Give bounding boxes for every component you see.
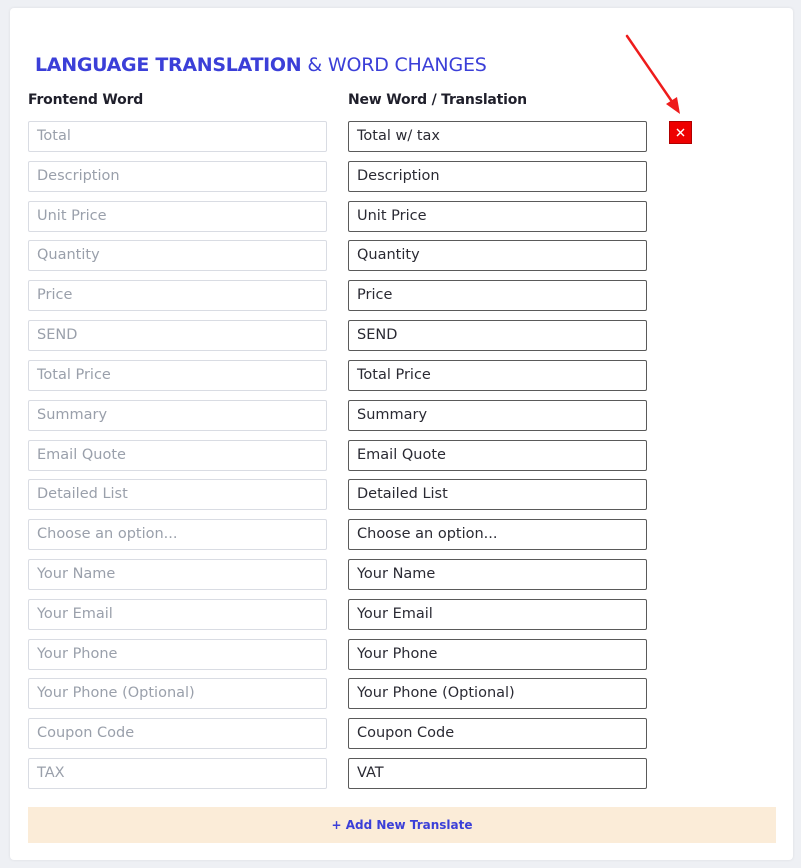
frontend-word-header: Frontend Word [28,92,144,108]
frontend-word-field[interactable]: Total Price [28,360,327,391]
frontend-word-field[interactable]: Coupon Code [28,718,327,749]
red-arrow-icon [625,34,680,114]
frontend-word-field[interactable]: Your Name [28,559,327,590]
translation-input[interactable]: Your Name [348,559,647,590]
translation-input[interactable]: Detailed List [348,479,647,510]
frontend-word-field[interactable]: Choose an option... [28,519,327,550]
frontend-word-field[interactable]: Your Email [28,599,327,630]
translation-input[interactable]: Your Phone [348,639,647,670]
frontend-word-field[interactable]: Unit Price [28,201,327,232]
translation-input[interactable]: Description [348,161,647,192]
translation-input[interactable]: Total Price [348,360,647,391]
add-new-translate-button[interactable]: + Add New Translate [28,807,776,843]
translation-input[interactable]: Quantity [348,240,647,271]
add-new-translate-label: + Add New Translate [331,818,473,832]
translation-input[interactable]: VAT [348,758,647,789]
frontend-word-field[interactable]: Your Phone [28,639,327,670]
translation-input[interactable]: Total w/ tax [348,121,647,152]
translation-input[interactable]: Unit Price [348,201,647,232]
translation-input[interactable]: SEND [348,320,647,351]
frontend-word-field[interactable]: SEND [28,320,327,351]
frontend-word-field[interactable]: Price [28,280,327,311]
title-strong: LANGUAGE TRANSLATION [35,54,302,76]
translation-input[interactable]: Choose an option... [348,519,647,550]
frontend-word-field[interactable]: Description [28,161,327,192]
frontend-word-field[interactable]: Email Quote [28,440,327,471]
delete-row-button[interactable] [669,121,692,144]
translation-input[interactable]: Coupon Code [348,718,647,749]
frontend-word-field[interactable]: TAX [28,758,327,789]
frontend-word-field[interactable]: Quantity [28,240,327,271]
frontend-word-field[interactable]: Summary [28,400,327,431]
title-light: & WORD CHANGES [307,54,487,76]
frontend-word-field[interactable]: Detailed List [28,479,327,510]
translation-input[interactable]: Email Quote [348,440,647,471]
translation-input[interactable]: Price [348,280,647,311]
frontend-word-field[interactable]: Your Phone (Optional) [28,678,327,709]
translation-input[interactable]: Your Email [348,599,647,630]
translation-header: New Word / Translation [348,92,527,108]
translation-input[interactable]: Summary [348,400,647,431]
close-icon [676,128,685,137]
page-title: LANGUAGE TRANSLATION & WORD CHANGES [35,53,487,77]
frontend-word-field[interactable]: Total [28,121,327,152]
translation-input[interactable]: Your Phone (Optional) [348,678,647,709]
